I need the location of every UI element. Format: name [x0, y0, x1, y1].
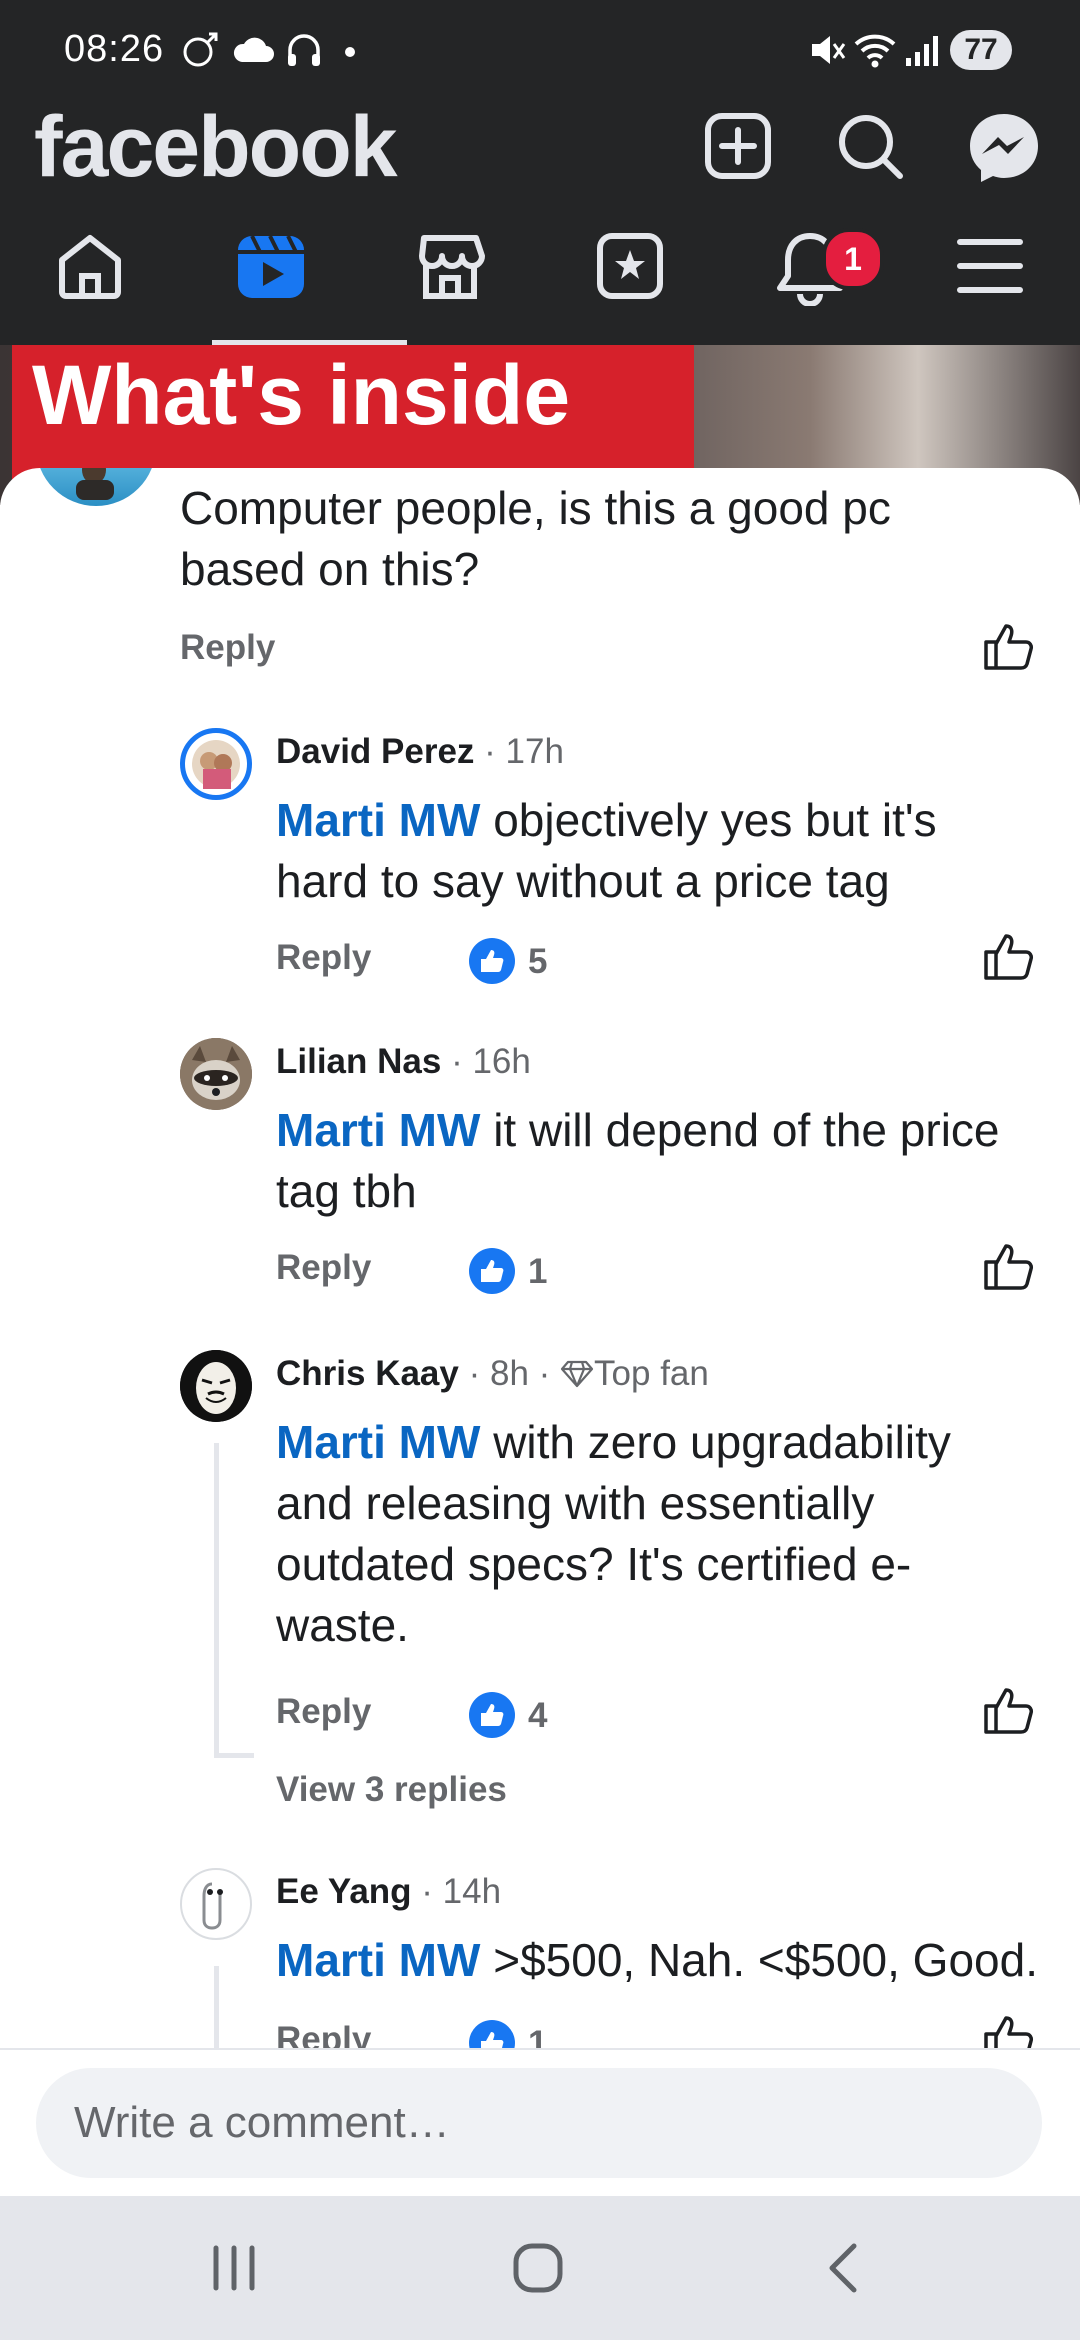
comment-time: · 14h [421, 1872, 502, 1911]
comment-text: Marti MW >$500, Nah. <$500, Good. [276, 1934, 1038, 1986]
create-post-icon[interactable] [702, 110, 774, 182]
messenger-icon[interactable] [966, 110, 1042, 186]
comment-time: · 16h [451, 1042, 531, 1081]
thread-line [214, 1966, 219, 2048]
like-reaction-icon [469, 1692, 515, 1738]
reply-button[interactable]: Reply [276, 938, 371, 978]
diamond-icon [560, 1360, 594, 1388]
like-reaction-icon [469, 1248, 515, 1294]
marketplace-icon[interactable] [414, 230, 486, 302]
mention-link[interactable]: Marti MW [276, 1104, 480, 1156]
like-reaction-icon [469, 938, 515, 984]
avatar[interactable] [180, 1038, 252, 1110]
like-icon[interactable] [982, 1240, 1034, 1292]
reply-button[interactable]: Reply [180, 628, 275, 668]
avatar[interactable] [36, 468, 156, 506]
like-count[interactable]: 4 [528, 1696, 547, 1736]
volvo-app-icon [183, 32, 218, 67]
reply-button[interactable]: Reply [276, 1692, 371, 1732]
back-icon[interactable] [816, 2240, 872, 2296]
like-icon[interactable] [982, 1684, 1034, 1736]
comment-author[interactable]: Lilian Nas · 16h [276, 1042, 531, 1082]
comment-text: Computer people, is this a good pc based… [180, 482, 891, 595]
notification-badge: 1 [822, 228, 884, 290]
battery-indicator: 77 [950, 30, 1012, 70]
home-icon[interactable] [54, 230, 126, 302]
comment-author[interactable]: David Perez · 17h [276, 732, 564, 772]
view-replies-button[interactable]: View 3 replies [276, 1770, 507, 1810]
top-fan-badge: Top fan [560, 1354, 709, 1393]
avatar[interactable] [180, 1350, 252, 1422]
thread-line [214, 1753, 254, 1758]
reply-button[interactable]: Reply [276, 1248, 371, 1288]
thread-line [214, 1443, 219, 1758]
menu-icon[interactable] [954, 230, 1026, 302]
comment-text: Marti MW objectively yes but it's hard t… [276, 794, 937, 907]
comment-time: · 8h · [468, 1354, 551, 1393]
top-app-bar: 08:26 77 facebook 1 [0, 0, 1080, 345]
avatar[interactable] [180, 1868, 252, 1940]
cloud-icon [233, 37, 274, 62]
like-reaction-icon [469, 2020, 515, 2048]
mention-link[interactable]: Marti MW [276, 1934, 480, 1986]
like-count[interactable]: 1 [528, 1252, 547, 1292]
feeds-icon[interactable] [594, 230, 666, 302]
comments-sheet: Computer people, is this a good pc based… [0, 468, 1080, 2048]
mention-link[interactable]: Marti MW [276, 794, 480, 846]
video-title-overlay: What's inside [12, 345, 694, 485]
like-count[interactable]: 1 [528, 2024, 547, 2048]
mention-link[interactable]: Marti MW [276, 1416, 480, 1468]
mute-icon [812, 36, 846, 64]
comment-text: Marti MW it will depend of the price tag… [276, 1104, 1000, 1217]
dot-icon [345, 47, 355, 57]
facebook-logo[interactable]: facebook [34, 98, 398, 197]
like-icon[interactable] [982, 930, 1034, 982]
headphones-icon [288, 34, 320, 66]
comment-author[interactable]: Ee Yang · 14h [276, 1872, 501, 1912]
main-nav [0, 230, 1080, 345]
comment-text: Marti MW with zero upgradability and rel… [276, 1416, 951, 1651]
system-navigation-bar [0, 2196, 1080, 2340]
avatar[interactable] [180, 728, 252, 800]
status-time: 08:26 [64, 28, 165, 70]
like-icon[interactable] [982, 620, 1034, 672]
recent-apps-icon[interactable] [206, 2240, 262, 2296]
wifi-icon [854, 34, 896, 68]
write-comment-input[interactable]: Write a comment… [36, 2068, 1042, 2178]
video-tab-icon[interactable] [234, 230, 308, 304]
home-nav-icon[interactable] [510, 2240, 566, 2296]
comment-time: · 17h [484, 732, 564, 771]
status-bar: 08:26 77 [0, 0, 1080, 100]
like-count[interactable]: 5 [528, 942, 547, 982]
comment-composer: Write a comment… [0, 2048, 1080, 2196]
reply-button[interactable]: Reply [276, 2020, 371, 2048]
like-icon[interactable] [982, 2012, 1034, 2048]
signal-icon [906, 36, 938, 66]
comment-author[interactable]: Chris Kaay · 8h · Top fan [276, 1354, 709, 1394]
search-icon[interactable] [834, 110, 906, 182]
